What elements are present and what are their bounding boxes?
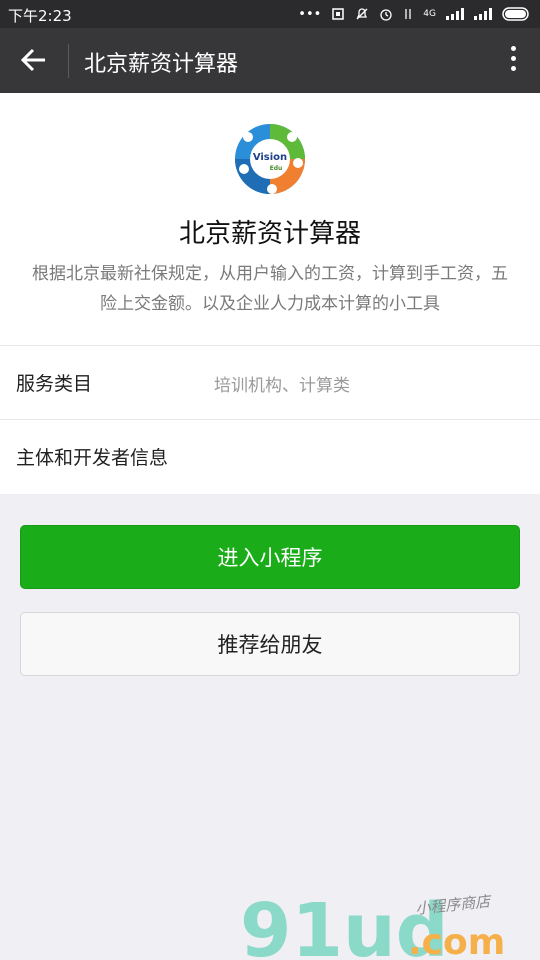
network-type: 4G <box>423 9 436 19</box>
more-notifications-icon: ••• <box>298 6 322 22</box>
recommend-to-friend-button[interactable]: 推荐给朋友 <box>20 612 520 676</box>
back-arrow-icon[interactable] <box>18 44 50 76</box>
logo-text-sub: Edu <box>270 165 283 172</box>
status-icons: ••• 4G <box>298 4 532 24</box>
signal-icon-2 <box>474 8 492 20</box>
app-name: 北京薪资计算器 <box>178 219 361 249</box>
row-divider <box>0 419 540 420</box>
developer-info-row[interactable]: 主体和开发者信息 <box>0 419 540 492</box>
service-category-value: 培训机构、计算类 <box>214 376 350 396</box>
data-transfer-icon <box>405 9 411 19</box>
watermark-domain: .com <box>408 922 505 960</box>
enter-mini-program-button[interactable]: 进入小程序 <box>20 525 520 589</box>
battery-icon <box>502 7 529 21</box>
app-description: 根据北京最新社保规定，从用户输入的工资，计算到手工资，五险上交金额。以及企业人力… <box>32 264 508 314</box>
screen-rotate-icon <box>332 8 345 20</box>
nav-title: 北京薪资计算器 <box>84 52 239 77</box>
mini-program-info-card: Vision Edu 北京薪资计算器 根据北京最新社保规定，从用户输入的工资，计… <box>0 93 540 494</box>
alarm-icon <box>380 9 392 21</box>
service-category-label: 服务类目 <box>16 373 93 395</box>
service-category-row: 服务类目 培训机构、计算类 <box>0 345 540 418</box>
developer-info-label: 主体和开发者信息 <box>16 447 169 469</box>
watermark-logo: 91ud .com 小程序商店 <box>240 888 505 960</box>
bell-muted-icon <box>356 8 368 20</box>
app-logo: Vision Edu <box>235 124 305 194</box>
navigation-bar: 北京薪资计算器 <box>0 28 540 93</box>
more-options-icon[interactable] <box>508 46 518 76</box>
signal-icon-1 <box>446 8 464 20</box>
status-time: 下午2:23 <box>8 7 72 25</box>
logo-text-main: Vision <box>253 152 287 163</box>
status-bar: 下午2:23 ••• 4G <box>0 0 540 28</box>
nav-divider <box>68 44 69 78</box>
row-divider <box>0 345 540 346</box>
